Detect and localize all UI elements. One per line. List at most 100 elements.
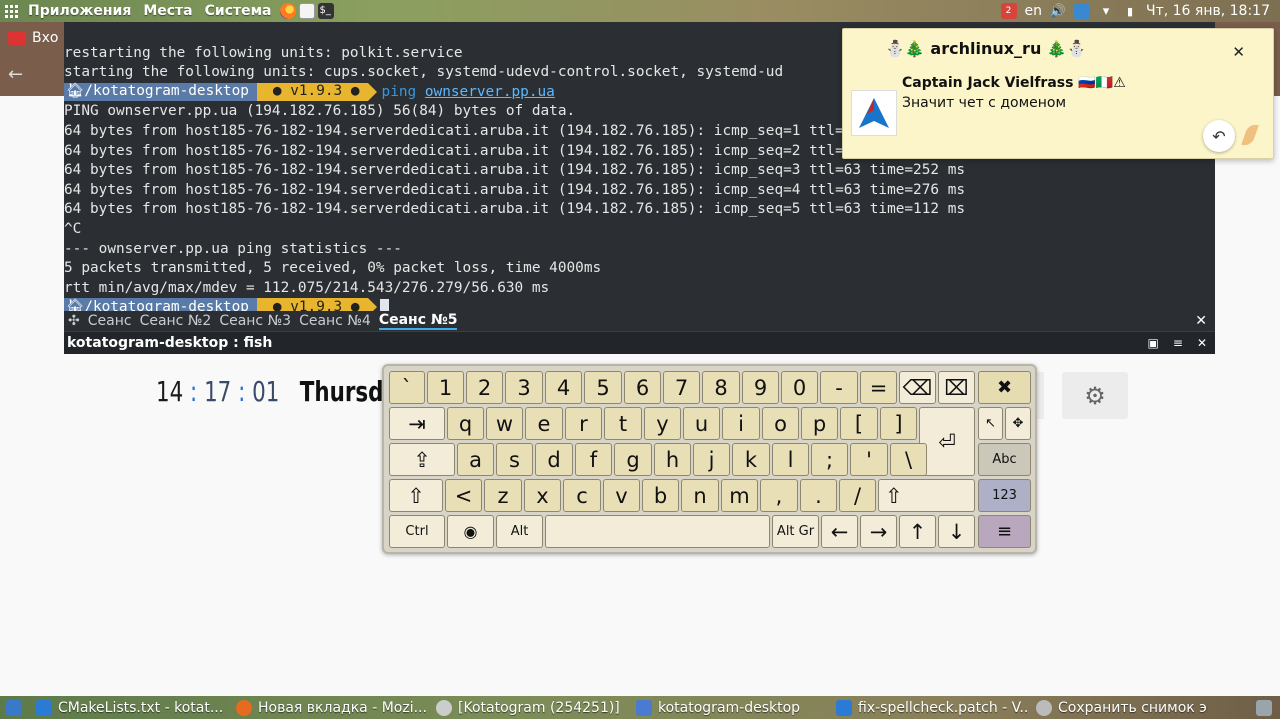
task-vscode-patch[interactable]: fix-spellcheck.patch - V...	[828, 699, 1028, 716]
key-rbracket[interactable]: ]	[880, 407, 917, 440]
key-a[interactable]: a	[457, 443, 494, 476]
mail-icon[interactable]: 2	[1000, 3, 1017, 19]
delete-key[interactable]: ⌧	[938, 371, 975, 404]
numeric-layout-button[interactable]: 123	[978, 479, 1031, 512]
volume-icon[interactable]: 🔊	[1050, 3, 1066, 19]
menu-places[interactable]: Места	[137, 3, 198, 19]
key-w[interactable]: w	[486, 407, 523, 440]
task-terminal[interactable]: kotatogram-desktop	[628, 699, 828, 716]
key-minus[interactable]: -	[820, 371, 858, 404]
close-tab-icon[interactable]: ✕	[1195, 313, 1207, 329]
key-z[interactable]: z	[484, 479, 522, 512]
trash-icon[interactable]	[1256, 699, 1272, 716]
key-t[interactable]: t	[604, 407, 642, 440]
tab-key[interactable]: ⇥	[389, 407, 445, 440]
key-2[interactable]: 2	[466, 371, 503, 404]
key-9[interactable]: 9	[742, 371, 779, 404]
key-e[interactable]: e	[525, 407, 563, 440]
abc-layout-button[interactable]: Abc	[978, 443, 1031, 476]
menu-system[interactable]: Система	[199, 3, 278, 19]
show-desktop-button[interactable]	[0, 699, 28, 716]
arrow-right-key[interactable]: →	[860, 515, 897, 548]
key-i[interactable]: i	[722, 407, 760, 440]
key-v[interactable]: v	[603, 479, 640, 512]
task-firefox[interactable]: Новая вкладка - Mozi...	[228, 699, 428, 716]
battery-icon[interactable]: ▮	[1122, 3, 1138, 19]
reply-button[interactable]: ↶	[1203, 120, 1235, 152]
enter-key[interactable]: ⏎	[919, 407, 975, 476]
super-key[interactable]: ◉	[447, 515, 494, 548]
settings-button[interactable]: ⚙	[1062, 372, 1128, 419]
key-period[interactable]: .	[800, 479, 837, 512]
menu-applications[interactable]: Приложения	[22, 3, 137, 19]
key-6[interactable]: 6	[624, 371, 661, 404]
telegram-notification[interactable]: ⛄🎄 archlinux_ru 🎄⛄ ✕ Captain Jack Vielfr…	[842, 28, 1274, 159]
apps-grid-icon[interactable]	[0, 0, 22, 22]
task-screenshot[interactable]: Сохранить снимок эк...	[1028, 699, 1208, 716]
tab-session-4[interactable]: Сеанс №4	[299, 313, 371, 329]
key-4[interactable]: 4	[545, 371, 582, 404]
tab-session-5[interactable]: Сеанс №5	[378, 312, 458, 330]
key-p[interactable]: p	[801, 407, 838, 440]
text-editor-icon[interactable]	[298, 3, 315, 19]
key-q[interactable]: q	[447, 407, 484, 440]
keyboard-layout[interactable]: en	[1025, 3, 1043, 19]
key-l[interactable]: l	[772, 443, 809, 476]
browser-tab-inbox[interactable]: Вхо	[8, 30, 58, 46]
pointer-key[interactable]: ↖	[978, 407, 1003, 440]
task-kotatogram[interactable]: [Kotatogram (254251)]	[428, 699, 628, 716]
key-g[interactable]: g	[614, 443, 652, 476]
task-vscode[interactable]: CMakeLists.txt - kotat...	[28, 699, 228, 716]
key-f[interactable]: f	[575, 443, 612, 476]
arrow-up-key[interactable]: ↑	[899, 515, 936, 548]
key-0[interactable]: 0	[781, 371, 818, 404]
clock[interactable]: Чт, 16 янв, 18:17	[1146, 3, 1270, 19]
close-notification-icon[interactable]: ✕	[1232, 43, 1245, 61]
capslock-key[interactable]: ⇪	[389, 443, 455, 476]
key-m[interactable]: m	[721, 479, 758, 512]
firefox-icon[interactable]	[279, 3, 296, 19]
key-b[interactable]: b	[642, 479, 679, 512]
key-y[interactable]: y	[644, 407, 681, 440]
key-3[interactable]: 3	[505, 371, 543, 404]
key-c[interactable]: c	[563, 479, 601, 512]
key-slash[interactable]: /	[839, 479, 876, 512]
menu-icon[interactable]: ≡	[1173, 336, 1183, 350]
key-o[interactable]: o	[762, 407, 799, 440]
wifi-icon[interactable]: ▾	[1098, 3, 1114, 19]
key-h[interactable]: h	[654, 443, 691, 476]
key-d[interactable]: d	[535, 443, 573, 476]
backspace-key[interactable]: ⌫	[899, 371, 936, 404]
telegram-tray-icon[interactable]	[1074, 3, 1090, 19]
new-tab-icon[interactable]: ✣	[68, 313, 80, 329]
onscreen-keyboard[interactable]: ` 1 2 3 4 5 6 7 8 9 0 - = ⌫ ⌧ ✖ ⇥ q w e …	[382, 364, 1037, 554]
right-shift-key[interactable]: ⇧	[878, 479, 975, 512]
key-lbracket[interactable]: [	[840, 407, 878, 440]
alt-key[interactable]: Alt	[496, 515, 543, 548]
space-key[interactable]	[545, 515, 770, 548]
key-x[interactable]: x	[524, 479, 561, 512]
tab-session-1[interactable]: Сеанс	[88, 313, 132, 329]
back-arrow-icon[interactable]: ←	[8, 64, 23, 85]
key-7[interactable]: 7	[663, 371, 700, 404]
key-equals[interactable]: =	[860, 371, 897, 404]
key-r[interactable]: r	[565, 407, 602, 440]
maximize-icon[interactable]: ▣	[1148, 336, 1159, 350]
ctrl-key[interactable]: Ctrl	[389, 515, 445, 548]
key-u[interactable]: u	[683, 407, 720, 440]
key-j[interactable]: j	[693, 443, 730, 476]
keyboard-menu-button[interactable]: ≡	[978, 515, 1031, 548]
key-5[interactable]: 5	[584, 371, 622, 404]
key-less[interactable]: <	[445, 479, 482, 512]
key-s[interactable]: s	[496, 443, 533, 476]
tab-session-3[interactable]: Сеанс №3	[219, 313, 291, 329]
key-n[interactable]: n	[681, 479, 719, 512]
left-shift-key[interactable]: ⇧	[389, 479, 443, 512]
arrow-left-key[interactable]: ←	[821, 515, 858, 548]
close-keyboard-button[interactable]: ✖	[978, 371, 1031, 404]
key-comma[interactable]: ,	[760, 479, 798, 512]
move-key[interactable]: ✥	[1005, 407, 1031, 440]
key-backslash[interactable]: \	[890, 443, 927, 476]
close-window-icon[interactable]: ✕	[1197, 336, 1207, 350]
altgr-key[interactable]: Alt Gr	[772, 515, 819, 548]
